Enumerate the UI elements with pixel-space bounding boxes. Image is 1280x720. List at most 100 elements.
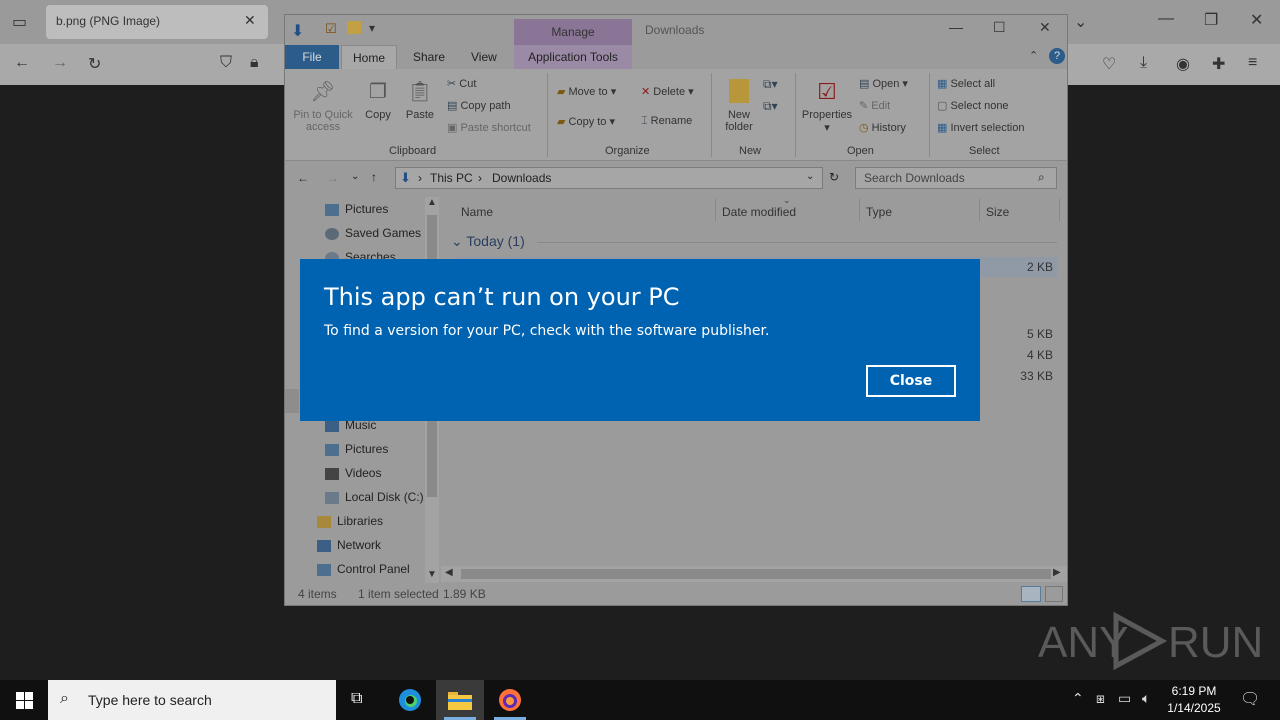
ribbon-tabs: File Home Share View Application Tools ⌃… (285, 45, 1067, 69)
minimize-icon[interactable]: — (949, 19, 963, 35)
download-icon[interactable]: ⤓ (1140, 54, 1147, 72)
tab-home[interactable]: Home (341, 45, 397, 69)
properties-qa-icon[interactable]: ☑ (325, 21, 337, 37)
forward-icon[interactable]: → (327, 171, 339, 185)
tab-application-tools[interactable]: Application Tools (514, 45, 632, 69)
help-icon[interactable]: ? (1049, 48, 1065, 64)
delete-button[interactable]: ✕ Delete ▾ (641, 85, 694, 98)
videos-icon (325, 467, 339, 480)
notifications-icon[interactable]: 🗨︎ (1240, 689, 1260, 709)
tab-list-icon[interactable]: ▭ (12, 12, 27, 32)
rename-button[interactable]: ⌶ Rename (641, 115, 692, 128)
horizontal-scrollbar-thumb[interactable] (461, 569, 1051, 579)
large-icons-view-icon[interactable] (1045, 586, 1063, 602)
shield-icon[interactable]: ⛉ (220, 54, 232, 72)
easy-access-icon[interactable]: ⧉▾ (763, 99, 778, 114)
close-icon[interactable]: ✕ (1039, 19, 1051, 36)
open-button[interactable]: ▤ Open ▾ (859, 77, 908, 90)
maximize-icon[interactable]: ☐ (993, 19, 1006, 36)
nav-item-pictures[interactable]: Pictures (325, 202, 388, 216)
cut-button[interactable]: ✂ Cut (447, 77, 476, 90)
reload-icon[interactable]: ↻ (88, 54, 101, 74)
breadcrumb-downloads[interactable]: Downloads (492, 171, 551, 185)
nav-item-network[interactable]: Network (317, 538, 381, 552)
taskbar-search-box[interactable]: ⌕ Type here to search (48, 680, 336, 720)
scroll-right-icon[interactable]: ▶ (1053, 567, 1061, 578)
edit-button[interactable]: ✎ Edit (859, 99, 890, 112)
extensions-icon[interactable]: ✚ (1212, 54, 1225, 74)
select-all-button[interactable]: ▦ Select all (937, 77, 995, 90)
back-icon[interactable]: ← (297, 171, 309, 185)
select-none-label: Select none (950, 100, 1009, 112)
nav-item-saved-games[interactable]: Saved Games (325, 226, 421, 240)
nav-item-libraries[interactable]: Libraries (317, 514, 383, 528)
tab-close-icon[interactable]: ✕ (244, 12, 256, 29)
minimize-icon[interactable]: — (1158, 10, 1174, 28)
column-name[interactable]: Name (461, 205, 493, 219)
taskbar-clock[interactable]: 6:19 PM 1/14/2025 (1162, 683, 1226, 717)
close-icon[interactable]: ✕ (1250, 10, 1263, 30)
up-icon[interactable]: ↑ (371, 170, 377, 184)
address-bar[interactable]: ⬇ › This PC › Downloads ⌄ (395, 167, 823, 189)
taskbar-edge[interactable] (386, 680, 434, 720)
address-dropdown-icon[interactable]: ⌄ (806, 171, 814, 182)
manage-tab[interactable]: Manage (514, 19, 632, 45)
folder-qa-icon[interactable] (347, 21, 361, 34)
chevron-up-icon[interactable]: ⌃ (1072, 690, 1084, 707)
refresh-icon[interactable]: ↻ (829, 170, 839, 184)
select-none-button[interactable]: ▢ Select none (937, 99, 1009, 112)
tab-share[interactable]: Share (413, 50, 445, 64)
back-icon[interactable]: ← (14, 54, 30, 72)
browser-tab[interactable]: b.png (PNG Image) ✕ (46, 5, 268, 39)
invert-selection-button[interactable]: ▦ Invert selection (937, 121, 1024, 134)
taskbar-firefox[interactable] (486, 680, 534, 720)
copy-path-button[interactable]: ▤ Copy path (447, 99, 511, 112)
restore-icon[interactable]: ❐ (1204, 10, 1218, 30)
recent-locations-icon[interactable]: ⌄ (351, 171, 359, 182)
play-icon (1112, 611, 1168, 675)
group-header-today[interactable]: ⌄ Today (1) (451, 233, 525, 250)
paste-button[interactable]: 📋︎ Paste (403, 79, 437, 121)
breadcrumb-this-pc[interactable]: This PC (430, 171, 473, 185)
taskbar-file-explorer[interactable] (436, 680, 484, 720)
scroll-up-icon[interactable]: ▲ (427, 197, 437, 208)
task-view-button[interactable]: ⧉ (336, 680, 384, 720)
close-button[interactable]: Close (866, 365, 956, 397)
qa-dropdown-icon[interactable]: ▾ (369, 21, 375, 35)
start-button[interactable] (0, 680, 48, 720)
history-button[interactable]: ◷ History (859, 121, 906, 134)
copy-to-button[interactable]: ▰ Copy to ▾ (557, 115, 615, 128)
scroll-left-icon[interactable]: ◀ (445, 567, 453, 578)
nav-item-videos[interactable]: Videos (325, 466, 381, 480)
horizontal-scrollbar[interactable]: ◀ ▶ (441, 566, 1067, 582)
lock-icon[interactable]: 🔒︎ (250, 54, 259, 72)
nav-item-control-panel[interactable]: Control Panel (317, 562, 410, 576)
tab-file[interactable]: File (285, 45, 339, 69)
nav-item-local-disk[interactable]: Local Disk (C:) (325, 490, 424, 504)
new-item-icon[interactable]: ⧉▾ (763, 77, 778, 92)
new-folder-button[interactable]: New folder (719, 79, 759, 133)
rename-label: Rename (650, 115, 693, 127)
details-view-icon[interactable] (1021, 586, 1041, 602)
column-date-modified[interactable]: Date modified (722, 205, 796, 219)
column-size[interactable]: Size (986, 205, 1009, 219)
search-input[interactable]: Search Downloads ⌕ (855, 167, 1057, 189)
pocket-icon[interactable]: ♡ (1102, 54, 1116, 74)
chevron-down-icon[interactable]: ⌄ (1074, 12, 1087, 32)
paste-shortcut-button[interactable]: ▣ Paste shortcut (447, 121, 531, 134)
pin-quick-access-button[interactable]: 📌︎ Pin to Quick access (291, 79, 355, 133)
scroll-down-icon[interactable]: ▼ (427, 569, 437, 580)
move-to-button[interactable]: ▰ Move to ▾ (557, 85, 616, 98)
menu-icon[interactable]: ≡ (1248, 54, 1257, 72)
nav-item-pictures[interactable]: Pictures (325, 442, 388, 456)
account-icon[interactable]: ◉ (1176, 54, 1190, 74)
network-icon[interactable]: ▭ (1118, 690, 1131, 707)
properties-button[interactable]: ☑ Properties ▾ (799, 79, 855, 134)
device-icon[interactable]: ⧆ (1096, 690, 1105, 707)
ribbon-collapse-icon[interactable]: ⌃ (1029, 49, 1038, 62)
copy-button[interactable]: ❐ Copy (361, 79, 395, 121)
column-type[interactable]: Type (866, 205, 892, 219)
tab-view[interactable]: View (471, 50, 497, 64)
volume-icon[interactable]: 🔈︎ (1142, 690, 1150, 707)
forward-icon[interactable]: → (52, 54, 68, 72)
